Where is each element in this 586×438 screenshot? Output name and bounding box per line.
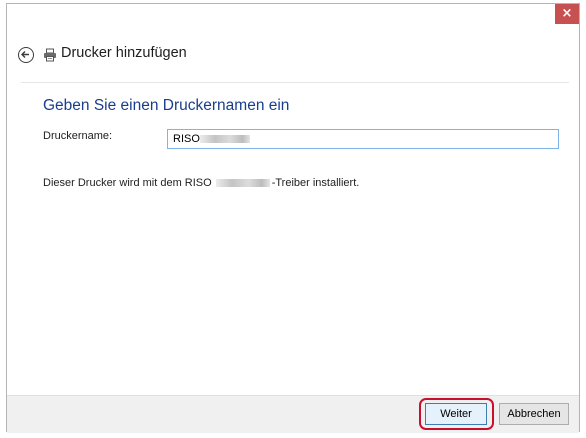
printer-name-input[interactable]: RISO xyxy=(167,129,559,149)
close-button[interactable]: × xyxy=(555,4,579,24)
section-heading: Geben Sie einen Druckernamen ein xyxy=(43,97,290,114)
next-button[interactable]: Weiter xyxy=(425,403,487,425)
redacted-driver-name xyxy=(215,179,270,188)
redacted-model-name xyxy=(200,135,250,143)
printer-icon xyxy=(44,48,56,62)
driver-info-text: Dieser Drucker wird mit dem RISO -Treiber… xyxy=(43,177,359,189)
printer-name-label: Druckername: xyxy=(43,130,113,142)
wizard-header: Drucker hinzufügen xyxy=(7,28,579,82)
page-title: Drucker hinzufügen xyxy=(61,45,187,61)
add-printer-window: × Drucker hinzufügen Geben Sie einen Dru… xyxy=(6,3,580,433)
driver-info-prefix: Dieser Drucker wird mit dem RISO xyxy=(43,177,212,189)
cancel-button[interactable]: Abbrechen xyxy=(499,403,569,425)
wizard-footer: Weiter Abbrechen xyxy=(7,395,579,433)
printer-name-value: RISO xyxy=(173,133,200,145)
wizard-content: Geben Sie einen Druckernamen ein Drucker… xyxy=(21,82,569,396)
driver-info-suffix: -Treiber installiert. xyxy=(271,177,360,189)
title-bar: × xyxy=(7,4,579,28)
back-arrow-icon xyxy=(21,51,29,58)
back-button[interactable] xyxy=(18,47,34,63)
